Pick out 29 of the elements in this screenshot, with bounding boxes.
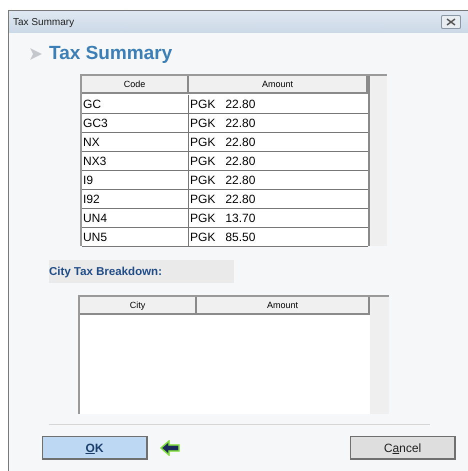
- table-cell: PGK 22.80: [189, 95, 368, 114]
- ok-button[interactable]: OK: [42, 436, 148, 460]
- close-icon: [446, 18, 456, 26]
- table-cell: PGK 22.80: [189, 152, 368, 171]
- table-cell: PGK 13.70: [189, 209, 368, 228]
- column-header[interactable]: Code: [82, 76, 189, 94]
- table-cell: PGK 22.80: [189, 190, 368, 209]
- column-header[interactable]: Amount: [197, 297, 370, 315]
- table-cell: PGK 22.80: [189, 133, 368, 152]
- table-cell: UN5: [82, 228, 189, 247]
- window-title: Tax Summary: [13, 16, 74, 28]
- table-cell: PGK 22.80: [189, 114, 368, 133]
- table-cell: PGK 22.80: [189, 171, 368, 190]
- table-cell: I9: [82, 171, 189, 190]
- table-cell: UN4: [82, 209, 189, 228]
- chevron-icon: [29, 47, 43, 61]
- column-header[interactable]: City: [80, 297, 197, 315]
- table-cell: GC: [82, 95, 189, 114]
- table-cell: NX3: [82, 152, 189, 171]
- cancel-button[interactable]: Cancel: [350, 436, 456, 460]
- table-cell: GC3: [82, 114, 189, 133]
- table-cell: I92: [82, 190, 189, 209]
- section-label: City Tax Breakdown:: [49, 260, 234, 283]
- table-cell: PGK 85.50: [189, 228, 368, 247]
- close-button[interactable]: [441, 15, 461, 29]
- table-cell: NX: [82, 133, 189, 152]
- page-heading: Tax Summary: [49, 43, 172, 65]
- column-header[interactable]: Amount: [189, 76, 368, 94]
- arrow-left-icon: [160, 440, 180, 456]
